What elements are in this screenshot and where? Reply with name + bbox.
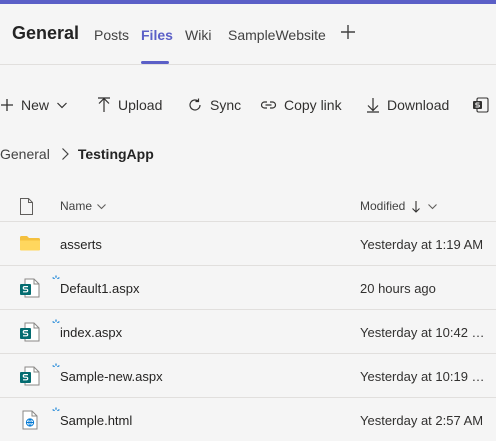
html-file-icon bbox=[19, 410, 43, 432]
copy-link-label: Copy link bbox=[284, 97, 342, 113]
list-item[interactable]: Sample.html Yesterday at 2:57 AM bbox=[0, 398, 496, 441]
header-divider bbox=[0, 64, 496, 65]
file-name[interactable]: index.aspx bbox=[60, 325, 122, 340]
upload-button[interactable]: Upload bbox=[97, 84, 162, 126]
copy-link-button[interactable]: Copy link bbox=[260, 84, 342, 126]
tab-posts[interactable]: Posts bbox=[94, 27, 129, 43]
file-modified: Yesterday at 10:42 … bbox=[360, 325, 485, 340]
sync-label: Sync bbox=[210, 97, 242, 113]
chevron-down-icon bbox=[97, 203, 106, 209]
modified-column-header[interactable]: Modified bbox=[360, 199, 438, 213]
link-icon bbox=[260, 101, 277, 109]
file-name[interactable]: Sample.html bbox=[60, 413, 132, 428]
file-name[interactable]: asserts bbox=[60, 237, 102, 252]
sharepoint-file-icon bbox=[19, 278, 43, 300]
file-modified: 20 hours ago bbox=[360, 281, 436, 296]
modified-column-label: Modified bbox=[360, 199, 406, 213]
list-header: Name Modified bbox=[0, 188, 496, 222]
list-item[interactable]: index.aspx Yesterday at 10:42 … bbox=[0, 310, 496, 354]
new-file-sparkle-icon bbox=[52, 319, 60, 324]
file-modified: Yesterday at 2:57 AM bbox=[360, 413, 484, 428]
sort-descending-icon bbox=[412, 200, 421, 213]
channel-title: General bbox=[12, 23, 80, 43]
plus-icon bbox=[1, 99, 13, 111]
upload-label: Upload bbox=[118, 97, 163, 113]
sharepoint-file-icon bbox=[19, 322, 43, 344]
download-icon bbox=[367, 98, 379, 113]
chevron-down-icon bbox=[428, 203, 438, 209]
folder-icon bbox=[19, 234, 43, 256]
new-file-sparkle-icon bbox=[52, 275, 60, 280]
sharepoint-icon bbox=[473, 97, 489, 113]
list-item[interactable]: asserts Yesterday at 1:19 AM bbox=[0, 222, 496, 266]
sync-button[interactable]: Sync bbox=[187, 84, 241, 126]
new-file-sparkle-icon bbox=[52, 407, 60, 412]
name-column-header[interactable]: Name bbox=[60, 199, 107, 213]
plus-icon[interactable] bbox=[338, 22, 358, 42]
new-label: New bbox=[21, 97, 50, 113]
open-in-sharepoint-button[interactable] bbox=[472, 84, 496, 126]
tab-wiki[interactable]: Wiki bbox=[185, 27, 211, 43]
file-name[interactable]: Sample-new.aspx bbox=[60, 369, 163, 384]
sharepoint-file-icon bbox=[19, 366, 43, 388]
files-list: Name Modified asserts Yesterday at 1:19 … bbox=[0, 188, 496, 441]
list-item[interactable]: Sample-new.aspx Yesterday at 10:19 … bbox=[0, 354, 496, 398]
upload-icon bbox=[98, 97, 110, 112]
files-toolbar: New Upload Sync Copy link Download bbox=[0, 84, 496, 126]
download-label: Download bbox=[387, 97, 450, 113]
list-item[interactable]: Default1.aspx 20 hours ago bbox=[0, 266, 496, 310]
tab-files[interactable]: Files bbox=[141, 27, 173, 43]
file-type-column-icon[interactable] bbox=[19, 198, 34, 218]
name-column-label: Name bbox=[60, 199, 93, 213]
breadcrumb: General TestingApp bbox=[0, 142, 154, 166]
tab-samplewebsite[interactable]: SampleWebsite bbox=[228, 27, 326, 43]
chevron-down-icon bbox=[57, 102, 67, 109]
sync-icon bbox=[189, 98, 201, 111]
new-button[interactable]: New bbox=[0, 84, 68, 126]
channel-header: General Posts Files Wiki SampleWebsite bbox=[0, 4, 496, 64]
chevron-right-icon bbox=[60, 147, 70, 161]
file-modified: Yesterday at 1:19 AM bbox=[360, 237, 484, 252]
file-modified: Yesterday at 10:19 … bbox=[360, 369, 485, 384]
download-button[interactable]: Download bbox=[366, 84, 449, 126]
breadcrumb-general[interactable]: General bbox=[0, 146, 50, 162]
new-file-sparkle-icon bbox=[52, 363, 60, 368]
breadcrumb-current: TestingApp bbox=[77, 146, 154, 162]
file-name[interactable]: Default1.aspx bbox=[60, 281, 140, 296]
